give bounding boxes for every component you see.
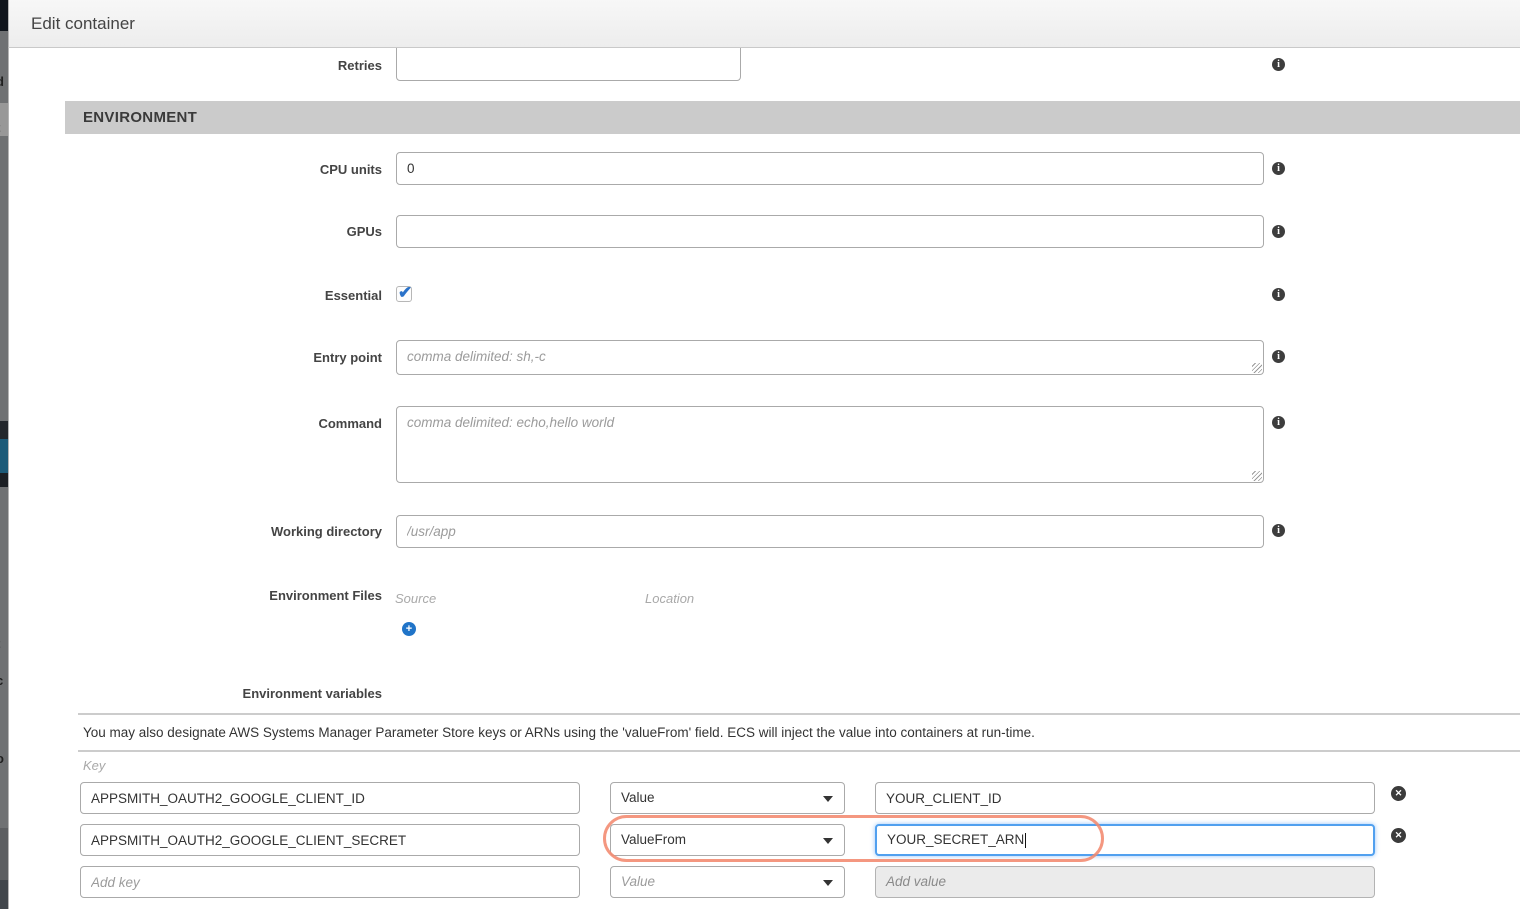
env-var-key-input[interactable] xyxy=(80,866,580,898)
edge-dark-top xyxy=(0,0,8,31)
entry-point-label: Entry point xyxy=(172,350,382,365)
resize-handle-icon[interactable] xyxy=(1252,471,1262,481)
edge-blue-band xyxy=(0,439,8,473)
cpu-units-label: CPU units xyxy=(172,162,382,177)
panel-header: Edit container xyxy=(8,0,1520,48)
env-var-type-select[interactable]: Value xyxy=(610,782,845,814)
working-directory-input[interactable] xyxy=(396,515,1264,548)
env-var-value-input[interactable] xyxy=(875,782,1375,814)
text-cursor xyxy=(1025,833,1026,848)
env-var-type-placeholder: Value xyxy=(621,874,655,889)
env-variables-note: You may also designate AWS Systems Manag… xyxy=(83,725,1183,740)
working-directory-info-icon[interactable]: i xyxy=(1272,524,1285,537)
env-files-location-header: Location xyxy=(645,591,694,606)
chevron-down-icon xyxy=(823,796,833,802)
environment-variables-label: Environment variables xyxy=(172,686,382,701)
env-var-type-value: ValueFrom xyxy=(621,832,686,847)
chevron-down-icon xyxy=(823,880,833,886)
divider xyxy=(78,750,1520,752)
environment-section-title: ENVIRONMENT xyxy=(83,109,197,126)
env-var-key-input[interactable] xyxy=(80,782,580,814)
delete-env-var-button[interactable]: ✕ xyxy=(1391,786,1406,801)
env-var-value-input-disabled: Add value xyxy=(875,866,1375,898)
env-var-type-select[interactable]: ValueFrom xyxy=(610,824,845,856)
essential-label: Essential xyxy=(172,288,382,303)
env-var-key-input[interactable] xyxy=(80,824,580,856)
retries-input[interactable] xyxy=(396,44,741,81)
essential-info-icon[interactable]: i xyxy=(1272,288,1285,301)
environment-files-label: Environment Files xyxy=(172,588,382,603)
edge-mid-band xyxy=(0,828,8,880)
command-label: Command xyxy=(172,416,382,431)
cpu-units-input[interactable] xyxy=(396,152,1264,185)
gpus-info-icon[interactable]: i xyxy=(1272,225,1285,238)
edge-dark-band xyxy=(0,421,8,439)
edge-dark-bottom xyxy=(0,880,8,909)
environment-section-bar: ENVIRONMENT xyxy=(65,101,1520,134)
working-directory-label: Working directory xyxy=(172,524,382,539)
edge-light-band xyxy=(0,103,8,136)
panel-title: Edit container xyxy=(31,14,135,34)
env-var-key-header: Key xyxy=(83,758,105,773)
edge-dark-band-2 xyxy=(0,473,8,487)
command-info-icon[interactable]: i xyxy=(1272,416,1285,429)
divider xyxy=(78,713,1520,715)
essential-checkbox[interactable]: ✔ xyxy=(396,286,412,302)
chevron-down-icon xyxy=(823,838,833,844)
env-var-type-select[interactable]: Value xyxy=(610,866,845,898)
checkmark-icon: ✔ xyxy=(398,283,412,303)
env-var-value-placeholder: Add value xyxy=(886,874,946,889)
env-files-source-header: Source xyxy=(395,591,436,606)
retries-info-icon[interactable]: i xyxy=(1272,58,1285,71)
entry-point-input[interactable] xyxy=(396,340,1264,375)
gpus-label: GPUs xyxy=(172,224,382,239)
command-input[interactable] xyxy=(396,406,1264,483)
resize-handle-icon[interactable] xyxy=(1252,363,1262,373)
add-environment-file-button[interactable]: + xyxy=(402,622,416,636)
retries-label: Retries xyxy=(172,58,382,73)
cpu-units-info-icon[interactable]: i xyxy=(1272,162,1285,175)
edge-text-fragment: c xyxy=(0,673,3,688)
entry-point-info-icon[interactable]: i xyxy=(1272,350,1285,363)
env-var-type-value: Value xyxy=(621,790,655,805)
env-var-value-text: YOUR_SECRET_ARN xyxy=(887,832,1024,847)
gpus-input[interactable] xyxy=(396,215,1264,248)
env-var-value-input-focused[interactable]: YOUR_SECRET_ARN xyxy=(875,824,1375,856)
delete-env-var-button[interactable]: ✕ xyxy=(1391,828,1406,843)
edge-text-fragment: d xyxy=(0,74,4,89)
page-edge-strip: d t t c o xyxy=(0,0,8,909)
edge-text-fragment: o xyxy=(0,751,4,766)
